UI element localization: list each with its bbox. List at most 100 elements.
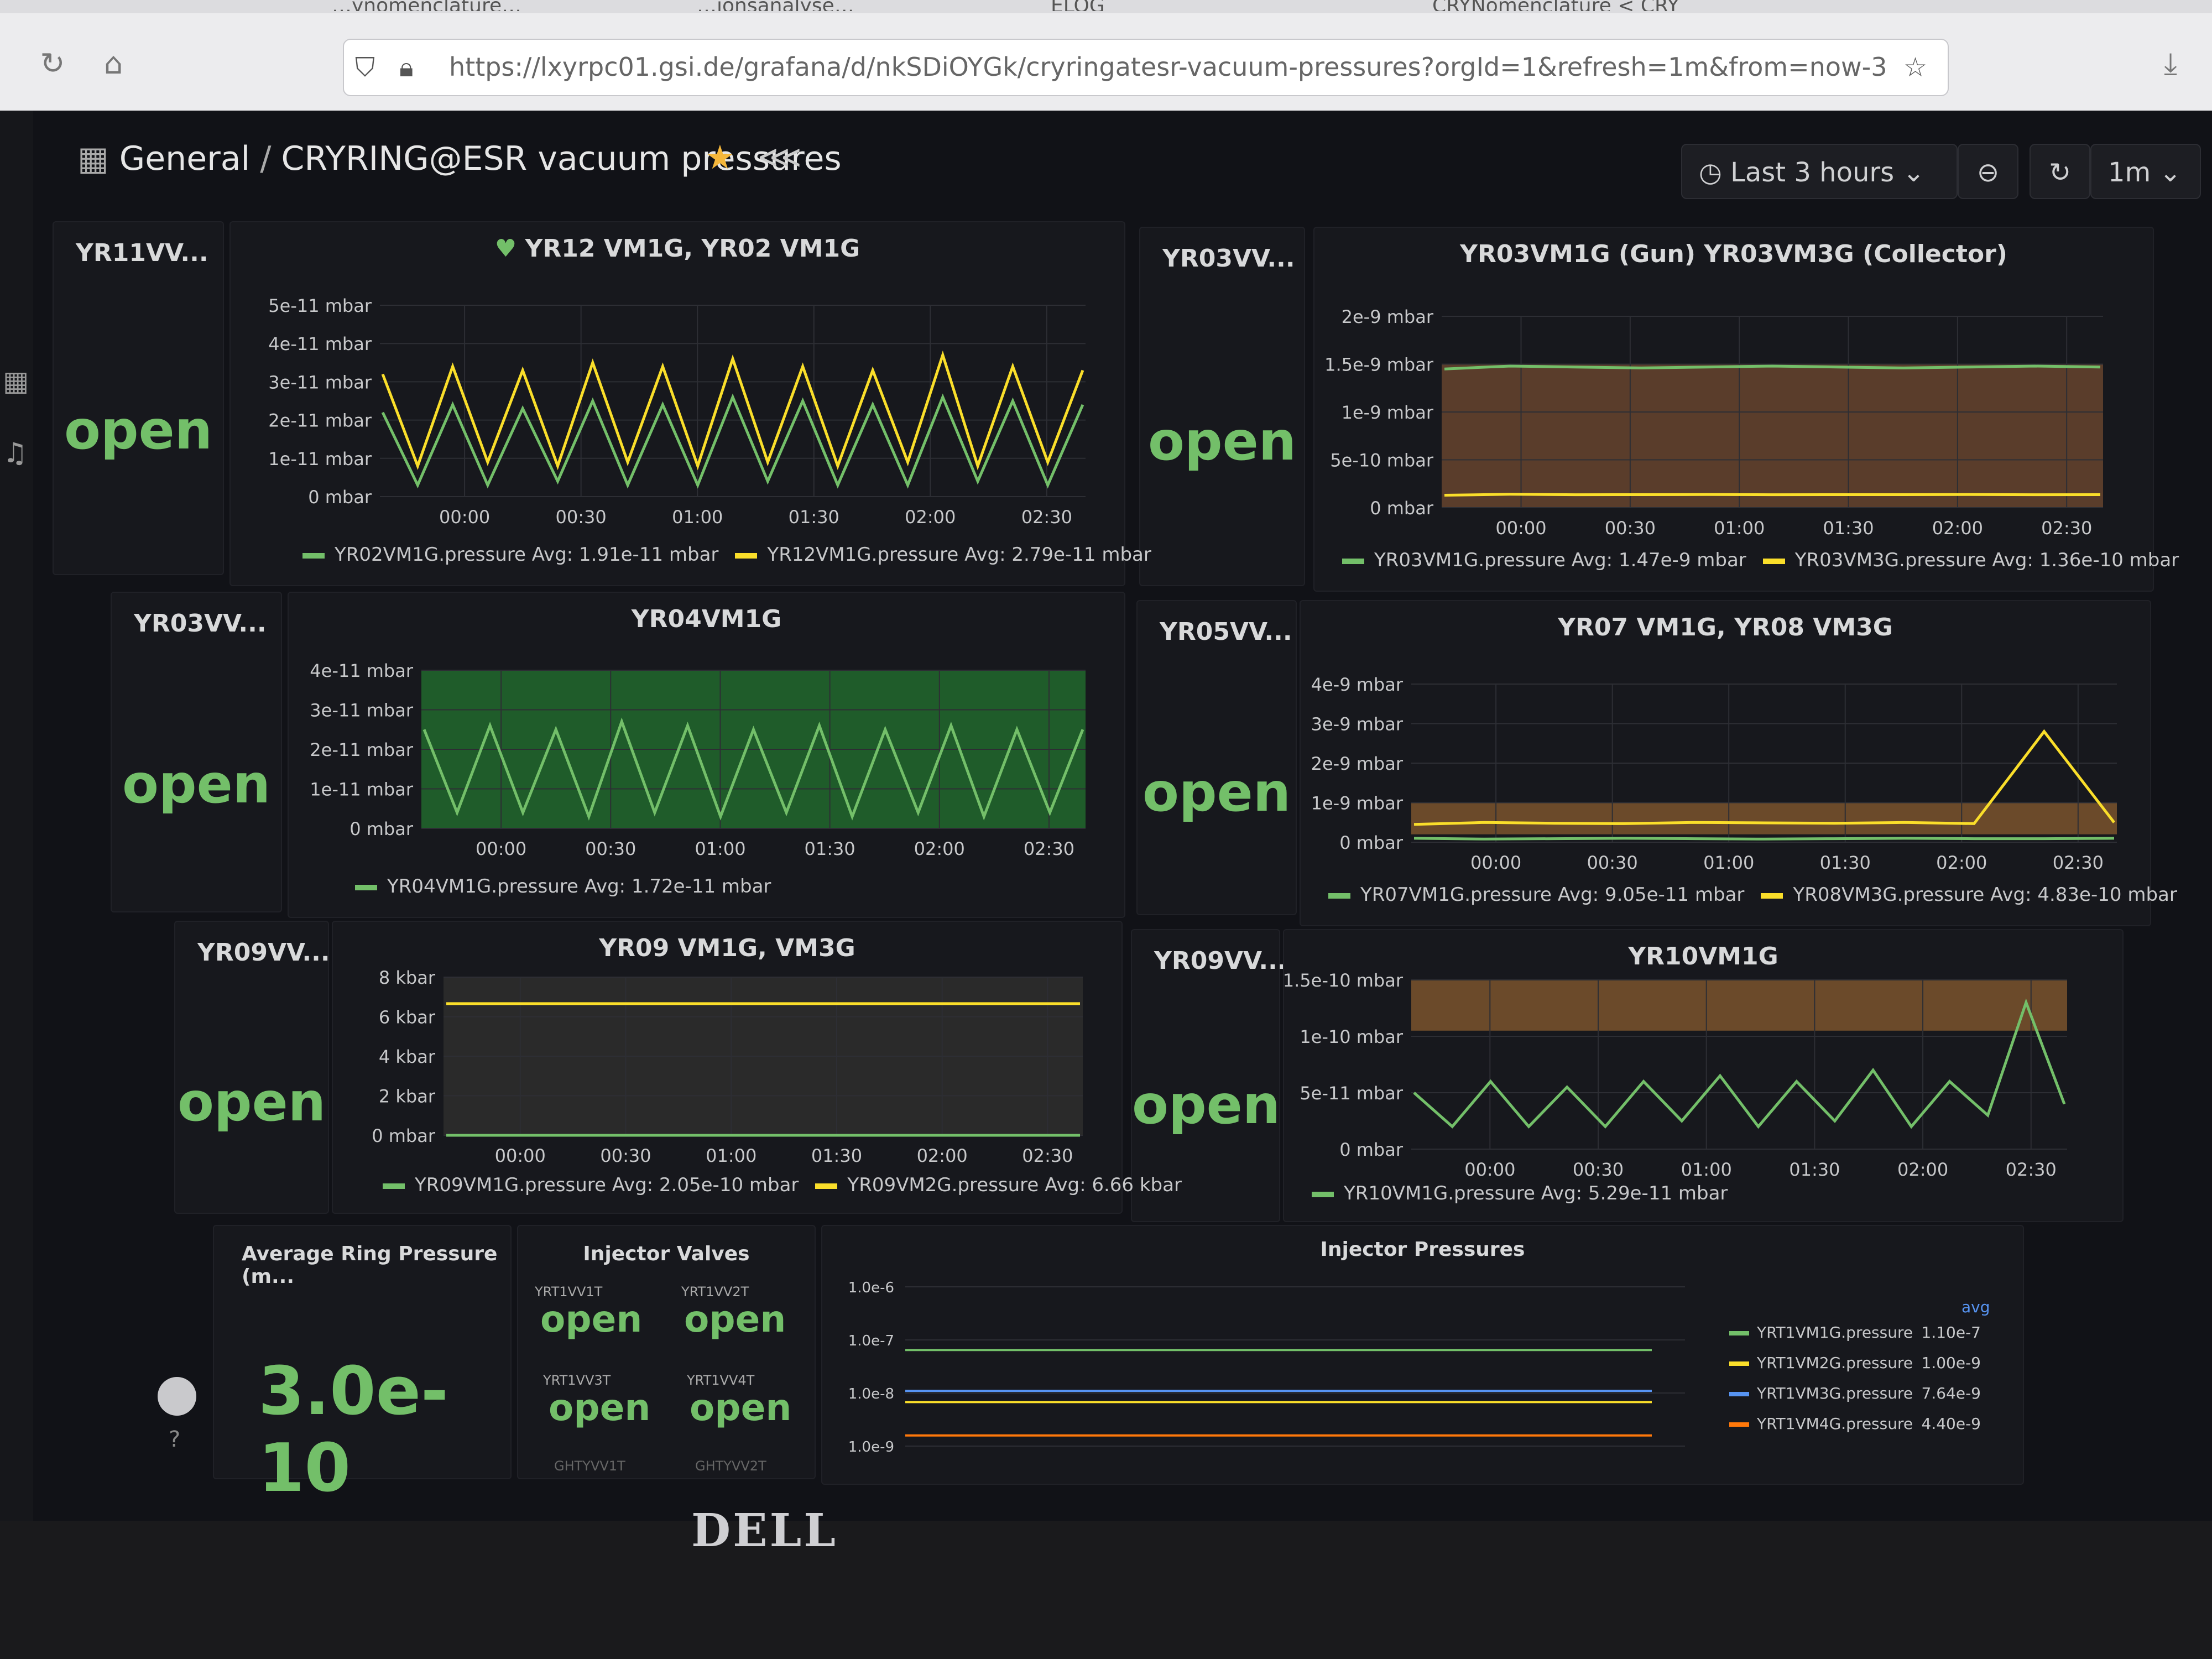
legend-series-name[interactable]: YRT1VM2G.pressure bbox=[1756, 1354, 1913, 1372]
legend-series-name[interactable]: YR10VM1G.pressure bbox=[1344, 1182, 1541, 1204]
valve-status: open bbox=[540, 1298, 643, 1340]
browser-tab[interactable]: …ionsanalyse… bbox=[697, 0, 918, 11]
legend-avg: Avg: 1.72e-11 mbar bbox=[584, 875, 771, 898]
bookmark-star-icon[interactable]: ☆ bbox=[1903, 52, 1927, 83]
stat-value: open bbox=[122, 753, 271, 815]
stat-value: open bbox=[1147, 410, 1297, 472]
share-icon[interactable]: ⋘ bbox=[758, 139, 802, 175]
x-tick-label: 01:30 bbox=[811, 1145, 862, 1166]
valve-status: open bbox=[690, 1386, 792, 1429]
y-tick-label: 1e-10 mbar bbox=[1300, 1026, 1404, 1047]
legend-series-name[interactable]: YRT1VM1G.pressure bbox=[1756, 1323, 1913, 1342]
threshold-band bbox=[1411, 802, 2117, 834]
graph-panel-yr03[interactable]: YR03VM1G (Gun) YR03VM3G (Collector) 2e-9… bbox=[1313, 227, 2179, 592]
graph-canvas: 2e-9 mbar 1.5e-9 mbar 1e-9 mbar 5e-10 mbar 0… bbox=[1324, 306, 2103, 539]
browser-tab[interactable]: …ynomenclature… bbox=[332, 0, 619, 11]
legend-series-name[interactable]: YR02VM1G.pressure bbox=[335, 544, 532, 566]
legend-swatch bbox=[1729, 1392, 1749, 1396]
stat-panel[interactable]: YR09VV... open bbox=[174, 921, 330, 1214]
y-tick-label: 4e-11 mbar bbox=[268, 333, 372, 354]
injector-pressures-panel[interactable]: Injector Pressures avg 1.0e-6 1.0e-7 1.0e-… bbox=[821, 1225, 2024, 1485]
legend-series-name[interactable]: YR09VM2G.pressure bbox=[847, 1174, 1045, 1196]
injector-valves-panel[interactable]: Injector Valves YRT1VV1T open YRT1VV2T o… bbox=[517, 1225, 816, 1479]
graph-panel-yr12-yr02[interactable]: ♥ YR12 VM1G, YR02 VM1G 5e-11 mbar 4e-11 m… bbox=[229, 221, 1151, 586]
chevron-down-icon: ⌄ bbox=[1894, 157, 1925, 188]
x-tick-label: 01:00 bbox=[695, 838, 745, 859]
legend-swatch bbox=[383, 1183, 405, 1189]
dashboards-icon[interactable]: ▦ bbox=[3, 365, 29, 397]
legend-series-name[interactable]: YR12VM1G.pressure bbox=[767, 544, 964, 566]
x-tick-label: 02:30 bbox=[2006, 1159, 2057, 1180]
home-icon[interactable]: ⌂ bbox=[94, 44, 133, 83]
breadcrumb-separator: / bbox=[260, 139, 272, 178]
y-tick-label: 0 mbar bbox=[349, 818, 414, 839]
breadcrumb-root[interactable]: General bbox=[119, 139, 250, 178]
browser-tab[interactable]: CRYNomenclature < CRY bbox=[1432, 0, 1775, 11]
y-tick-label: 4e-9 mbar bbox=[1311, 674, 1404, 695]
y-tick-label: 0 mbar bbox=[372, 1125, 436, 1146]
x-tick-label: 01:00 bbox=[706, 1145, 757, 1166]
bell-icon[interactable]: ♫ bbox=[3, 437, 28, 469]
x-tick-label: 01:30 bbox=[1823, 518, 1874, 539]
apps-icon: ▦ bbox=[77, 139, 119, 178]
panel-title: Injector Valves bbox=[583, 1243, 750, 1265]
favorite-star-icon[interactable]: ★ bbox=[705, 138, 735, 177]
legend-series-name[interactable]: YR03VM1G.pressure bbox=[1374, 549, 1572, 571]
x-tick-label: 01:30 bbox=[805, 838, 855, 859]
lock-icon: 🔒︎ bbox=[399, 52, 414, 83]
url-text[interactable]: https://lxyrpc01.gsi.de/grafana/d/nkSDiO… bbox=[449, 52, 1887, 82]
graph-canvas: 1.5e-10 mbar 1e-10 mbar 5e-11 mbar 0 mbar 00… bbox=[1284, 970, 2067, 1180]
legend-swatch bbox=[355, 884, 377, 890]
stat-panel[interactable]: YR11VV... open bbox=[53, 221, 224, 575]
avatar[interactable] bbox=[158, 1377, 196, 1416]
legend-series-name[interactable]: YR08VM3G.pressure bbox=[1793, 884, 1990, 906]
legend-series-name[interactable]: YR09VM1G.pressure bbox=[415, 1174, 612, 1196]
zoom-out-button[interactable]: ⊖ bbox=[1958, 144, 2018, 199]
y-tick-label: 3e-11 mbar bbox=[268, 372, 372, 393]
y-tick-label: 4e-11 mbar bbox=[310, 660, 414, 681]
stat-value: open bbox=[1132, 1074, 1281, 1136]
help-icon[interactable]: ? bbox=[169, 1427, 180, 1452]
x-tick-label: 00:30 bbox=[600, 1145, 651, 1166]
y-tick-label: 2e-9 mbar bbox=[1342, 306, 1434, 327]
download-icon[interactable]: ⤓ bbox=[2151, 44, 2190, 83]
graph-panel-yr07-yr08[interactable]: YR07 VM1G, YR08 VM3G 4e-9 mbar 3e-9 mbar 2… bbox=[1300, 600, 2177, 926]
valve-status: open bbox=[549, 1386, 651, 1429]
panel-title: Average Ring Pressure (m... bbox=[242, 1243, 498, 1288]
valve-label: GHTYVV2T bbox=[695, 1458, 766, 1474]
graph-panel-yr09[interactable]: YR09 VM1G, VM3G 8 kbar 6 kbar 4 kbar 2 kbar… bbox=[332, 921, 1182, 1214]
legend-swatch bbox=[1729, 1331, 1749, 1335]
dashboard-navbar: ▦ General / CRYRING@ESR vacuum pressures ★… bbox=[33, 111, 2212, 221]
x-tick-label: 01:00 bbox=[1681, 1159, 1732, 1180]
legend-series-name[interactable]: YR04VM1G.pressure bbox=[387, 875, 585, 898]
avg-ring-pressure-panel[interactable]: Average Ring Pressure (m... 3.0e-10 bbox=[213, 1225, 512, 1507]
refresh-interval-picker[interactable]: 1m ⌄ bbox=[2090, 144, 2201, 199]
stat-panel[interactable]: YR03VV... open bbox=[1139, 227, 1305, 586]
x-tick-label: 01:00 bbox=[1703, 852, 1754, 873]
graph-canvas: 5e-11 mbar 4e-11 mbar 3e-11 mbar 2e-11 mbar… bbox=[268, 295, 1086, 528]
legend-series-name[interactable]: YRT1VM4G.pressure bbox=[1756, 1415, 1913, 1433]
y-tick-label: 2 kbar bbox=[379, 1086, 436, 1107]
stat-panel[interactable]: YR03VV... open bbox=[111, 592, 282, 912]
legend-swatch bbox=[815, 1183, 838, 1189]
browser-tab[interactable]: ELOG bbox=[1051, 0, 1161, 11]
legend-avg: Avg: 2.79e-11 mbar bbox=[964, 544, 1151, 566]
legend-series-name[interactable]: YRT1VM3G.pressure bbox=[1756, 1384, 1913, 1402]
reload-icon[interactable]: ↻ bbox=[33, 44, 72, 83]
y-tick-label: 6 kbar bbox=[379, 1007, 436, 1028]
legend-series-name[interactable]: YR03VM3G.pressure bbox=[1795, 549, 1992, 571]
x-tick-label: 00:00 bbox=[495, 1145, 546, 1166]
legend-swatch bbox=[1342, 558, 1364, 564]
time-range-picker[interactable]: ◷ Last 3 hours ⌄ bbox=[1681, 144, 1958, 199]
stat-panel[interactable]: YR05VV... open bbox=[1136, 600, 1297, 915]
grafana-sidebar: ▦ ♫ bbox=[0, 111, 33, 1521]
graph-panel-yr10[interactable]: YR10VM1G 1.5e-10 mbar 1e-10 mbar 5e-11 mba… bbox=[1283, 929, 2124, 1222]
url-bar[interactable]: ⛉ 🔒︎ https://lxyrpc01.gsi.de/grafana/d/n… bbox=[343, 39, 1949, 96]
refresh-button[interactable]: ↻ bbox=[2030, 144, 2090, 199]
series-line bbox=[381, 350, 1084, 471]
threshold-band bbox=[1442, 364, 2103, 508]
graph-panel-yr04[interactable]: YR04VM1G 4e-11 mbar 3e-11 mbar 2e-11 mbar 1… bbox=[288, 592, 1125, 918]
legend-series-name[interactable]: YR07VM1G.pressure bbox=[1360, 884, 1558, 906]
y-tick-label: 2e-9 mbar bbox=[1311, 753, 1404, 774]
y-tick-label: 1.5e-10 mbar bbox=[1284, 970, 1404, 991]
